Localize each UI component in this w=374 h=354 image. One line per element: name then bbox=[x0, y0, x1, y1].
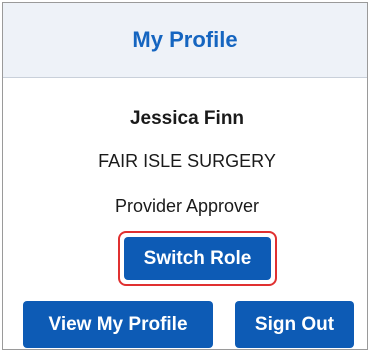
user-name: Jessica Finn bbox=[129, 108, 245, 129]
switch-role-button[interactable]: Switch Role bbox=[124, 237, 271, 280]
profile-panel-header: My Profile bbox=[3, 3, 367, 78]
sign-out-button[interactable]: Sign Out bbox=[235, 301, 354, 348]
view-my-profile-button[interactable]: View My Profile bbox=[23, 301, 213, 348]
organization-name: FAIR ISLE SURGERY bbox=[98, 151, 276, 171]
current-role: Provider Approver bbox=[114, 196, 260, 216]
panel-title: My Profile bbox=[132, 27, 238, 52]
profile-panel: My Profile bbox=[2, 2, 368, 350]
